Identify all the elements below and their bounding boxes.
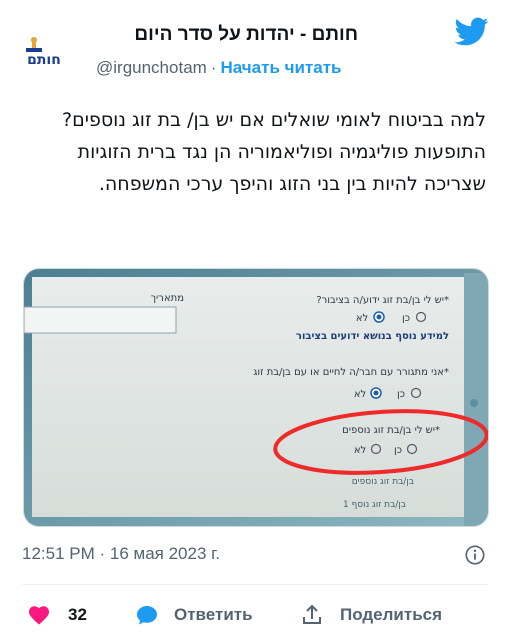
share-label: Поделиться: [340, 605, 443, 624]
tweet-line: למה בביטוח לאומי שואלים אם יש בן/ בת זוג…: [62, 109, 486, 131]
share-button[interactable]: Поделиться: [300, 603, 442, 627]
q1-no: לא: [356, 313, 368, 324]
tweet-photo[interactable]: *יש לי בן/בת זוג ידוע/ה בציבור? כן לא למ…: [23, 268, 489, 527]
timestamp[interactable]: 12:51 PM · 16 мая 2023 г.: [22, 544, 220, 564]
tweet-text: למה בביטוח לאומי שואלים אם יש בן/ בת זוג…: [16, 104, 486, 200]
form-photo: *יש לי בן/בת זוג ידוע/ה בציבור? כן לא למ…: [24, 269, 488, 526]
q2-yes: כן: [397, 389, 405, 400]
date-label: מתאריך: [151, 293, 184, 304]
reply-label: Ответить: [174, 605, 253, 624]
share-upload-icon: [303, 604, 321, 624]
info-icon[interactable]: [464, 544, 486, 566]
q3-sub-1: בן/בת זוג נוספים: [352, 477, 414, 487]
reply-button[interactable]: Ответить: [134, 603, 253, 627]
q1-yes: כן: [402, 313, 410, 324]
form-question-2: *אני מתגורר עם חבר/ה לחיים או עם בן/בת ז…: [253, 367, 449, 378]
follow-link[interactable]: Начать читать: [220, 58, 341, 77]
form-question-1: *יש לי בן/בת זוג ידוע/ה בציבור?: [316, 295, 449, 306]
q1-info-link: למידע נוסף בנושא ידועים בציבור: [296, 331, 449, 342]
form-question-3: *יש לי בן/בת זוג נוספים: [342, 425, 440, 436]
avatar[interactable]: חותם: [18, 28, 70, 80]
heart-icon: [29, 606, 49, 625]
user-handle[interactable]: @irgunchotam: [96, 58, 207, 77]
q2-no: לא: [354, 389, 366, 400]
separator-dot: ·: [210, 58, 217, 77]
avatar-wordmark: חותם: [27, 52, 61, 68]
q3-yes: כן: [394, 445, 402, 456]
reply-bubble-icon: [137, 606, 157, 625]
like-button[interactable]: 32: [26, 603, 87, 627]
divider: [22, 584, 488, 585]
tweet-line: התופעות פוליגמיה ופוליאמוריה הן נגד ברית…: [77, 141, 486, 195]
handle-row: @irgunchotam · Начать читать: [96, 58, 342, 78]
q3-no: לא: [354, 445, 366, 456]
q3-sub-2: בן/בת זוג נוסף 1: [343, 500, 406, 510]
avatar-logo-icon: חותם: [18, 28, 70, 80]
twitter-bird-icon[interactable]: [452, 14, 492, 48]
like-count: 32: [68, 605, 87, 624]
display-name[interactable]: חותם - יהדות על סדר היום: [134, 24, 358, 46]
